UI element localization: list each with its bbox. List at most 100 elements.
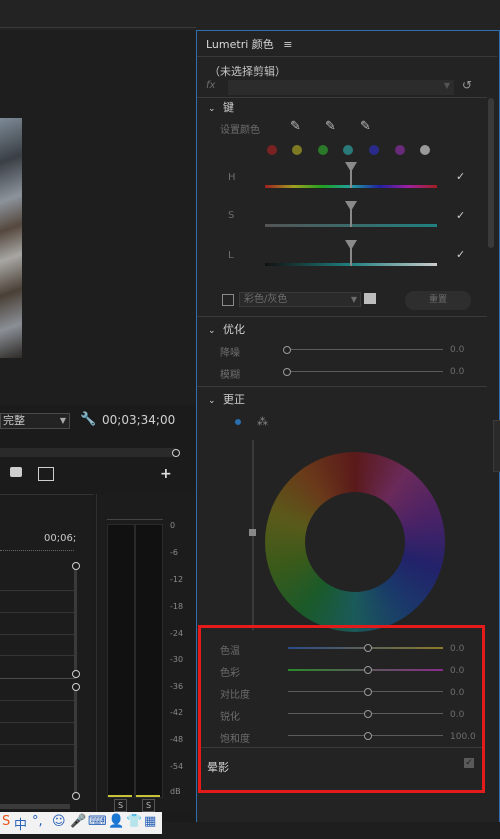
preset-color-blue[interactable] xyxy=(369,145,379,155)
denoise-slider[interactable] xyxy=(288,349,443,350)
microphone-icon[interactable]: 🎤 xyxy=(70,814,86,829)
timeline-ruler[interactable] xyxy=(0,550,74,552)
blur-handle[interactable] xyxy=(283,368,291,376)
reset-button[interactable]: 重置 xyxy=(405,291,471,310)
preset-color-magenta[interactable] xyxy=(395,145,405,155)
mask-mode-select[interactable]: 彩色/灰色 ▼ xyxy=(239,292,361,307)
meter-scale-label: -30 xyxy=(170,655,184,664)
ime-mode-label[interactable]: 中 xyxy=(14,814,27,833)
punctuation-icon[interactable]: °, xyxy=(32,814,43,829)
saturation-checkbox[interactable]: ✓ xyxy=(456,209,465,222)
denoise-handle[interactable] xyxy=(283,346,291,354)
divider xyxy=(197,56,497,57)
three-wheel-mode-icon[interactable]: ⁂ xyxy=(257,415,268,428)
chevron-down-icon: ▼ xyxy=(59,416,66,425)
hue-checkbox[interactable]: ✓ xyxy=(456,170,465,183)
zoom-handle[interactable] xyxy=(172,449,180,457)
meter-scale-label: -48 xyxy=(170,735,184,744)
blur-label: 模糊 xyxy=(220,370,240,381)
video-scrollbar[interactable] xyxy=(74,566,77,678)
lightness-label: L xyxy=(228,250,234,261)
camera-icon[interactable] xyxy=(10,467,22,477)
panel-resize-handle[interactable] xyxy=(493,420,500,472)
meter-scale-label: 0 xyxy=(170,521,176,530)
audio-meter-left xyxy=(107,524,135,798)
hsl-key-section-header[interactable]: ⌄ 键 xyxy=(208,99,234,115)
refine-section-header[interactable]: ⌄ 优化 xyxy=(208,321,245,337)
preset-color-cyan[interactable] xyxy=(343,145,353,155)
meter-scale-label: -24 xyxy=(170,629,184,638)
denoise-label: 降噪 xyxy=(220,348,240,359)
video-preview xyxy=(0,118,22,358)
playback-quality-select[interactable]: 完整 ▼ xyxy=(0,413,70,429)
emoji-icon[interactable]: ☺ xyxy=(52,814,66,829)
meter-scale-label: dB xyxy=(170,787,181,796)
single-wheel-mode-icon[interactable] xyxy=(235,419,241,425)
wrench-icon[interactable]: 🔧 xyxy=(80,412,96,427)
user-icon[interactable]: 👤 xyxy=(108,814,124,829)
skin-icon[interactable]: 👕 xyxy=(126,814,142,829)
blur-slider[interactable] xyxy=(288,371,443,372)
playback-quality-value: 完整 xyxy=(3,414,25,427)
meter-level xyxy=(108,795,132,797)
eyedropper-add-icon[interactable]: ✎ xyxy=(325,119,336,134)
solo-button-right[interactable]: S xyxy=(142,799,155,812)
eyedropper-icon[interactable]: ✎ xyxy=(290,119,301,134)
chevron-down-icon: ⌄ xyxy=(208,326,216,336)
hue-label: H xyxy=(228,172,236,183)
audio-meter-right xyxy=(135,524,163,798)
saturation-label: S xyxy=(228,210,235,221)
solo-button-left[interactable]: S xyxy=(114,799,127,812)
divider xyxy=(197,97,487,98)
chevron-down-icon: ▼ xyxy=(350,295,357,304)
scroll-handle[interactable] xyxy=(72,792,80,800)
timeline-ruler-time: 00;06; xyxy=(44,533,77,544)
playhead-timecode[interactable]: 00;03;34;00 xyxy=(102,413,175,427)
add-button-icon[interactable]: + xyxy=(160,466,172,482)
clip-name: （未选择剪辑） xyxy=(209,65,286,78)
blur-value[interactable]: 0.0 xyxy=(450,367,464,377)
fx-label: fx xyxy=(206,80,216,91)
export-frame-icon[interactable] xyxy=(38,467,54,481)
scroll-handle[interactable] xyxy=(72,670,80,678)
track-divider xyxy=(0,612,76,613)
keyboard-icon[interactable]: ⌨ xyxy=(88,814,107,829)
divider xyxy=(197,386,487,387)
preset-color-yellow[interactable] xyxy=(292,145,302,155)
highlight-box xyxy=(198,625,485,793)
saturation-center-line xyxy=(350,209,352,227)
scroll-handle[interactable] xyxy=(72,562,80,570)
track-divider xyxy=(0,744,76,745)
meter-level xyxy=(136,795,160,797)
invert-mask-icon[interactable] xyxy=(364,293,376,304)
chevron-down-icon: ⌄ xyxy=(208,396,216,406)
lightness-checkbox[interactable]: ✓ xyxy=(456,248,465,261)
panel-title-row: Lumetri 颜色 ≡ xyxy=(206,36,293,52)
correction-section-header[interactable]: ⌄ 更正 xyxy=(208,391,245,407)
eyedropper-subtract-icon[interactable]: ✎ xyxy=(360,119,371,134)
audio-scrollbar[interactable] xyxy=(74,686,77,796)
preset-color-white[interactable] xyxy=(420,145,430,155)
meter-scale-label: -6 xyxy=(170,548,178,557)
toolbox-icon[interactable]: ▦ xyxy=(144,814,156,829)
horizontal-scrollbar[interactable] xyxy=(0,804,70,809)
sogou-logo-icon[interactable]: S xyxy=(2,814,10,829)
panel-menu-icon[interactable]: ≡ xyxy=(283,38,292,51)
luma-slider-handle[interactable] xyxy=(249,529,256,536)
preset-color-red[interactable] xyxy=(267,145,277,155)
scroll-handle[interactable] xyxy=(72,683,80,691)
denoise-value[interactable]: 0.0 xyxy=(450,345,464,355)
preset-color-green[interactable] xyxy=(318,145,328,155)
mask-checkbox[interactable] xyxy=(222,294,234,306)
reset-effect-icon[interactable]: ↺ xyxy=(462,78,472,92)
panel-scrollbar[interactable] xyxy=(488,98,494,248)
hue-center-line xyxy=(350,170,352,188)
track-divider xyxy=(0,722,76,723)
track-divider xyxy=(0,590,76,591)
effect-select[interactable]: ▼ xyxy=(228,80,454,95)
set-color-label: 设置颜色 xyxy=(220,125,260,136)
color-wheel-center xyxy=(305,492,405,592)
program-time-ruler[interactable] xyxy=(0,448,176,457)
meter-peak-row xyxy=(107,519,163,524)
section-title: 优化 xyxy=(223,323,246,336)
